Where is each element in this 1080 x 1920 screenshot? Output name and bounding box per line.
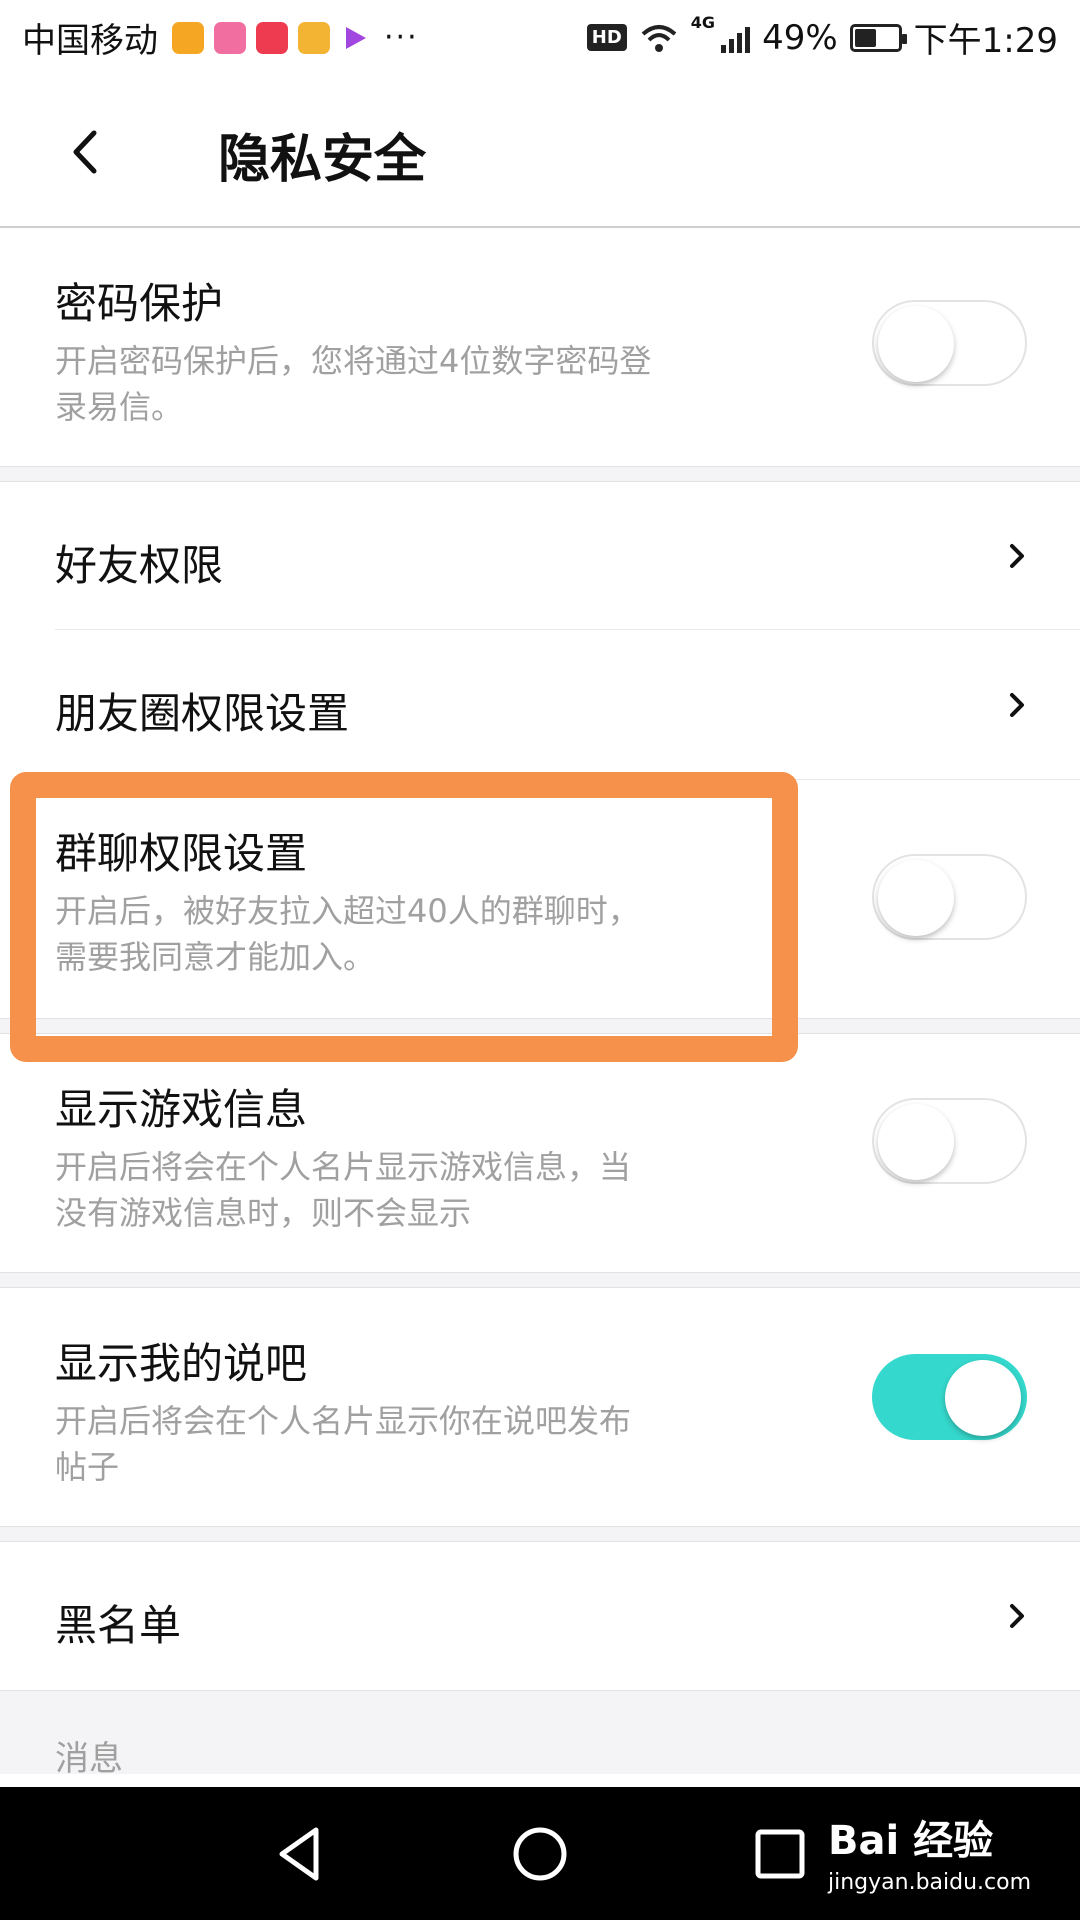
setting-title: 显示游戏信息 [55, 1085, 308, 1134]
setting-moments-permission[interactable]: 朋友圈权限设置 [0, 630, 1080, 780]
group-chat-permission-toggle[interactable] [872, 854, 1027, 940]
status-right: HD 4G 49% 下午1:29 [586, 13, 1058, 62]
toggle-knob [878, 306, 954, 382]
setting-title: 黑名单 [55, 1601, 182, 1650]
network-type-label: 4G [690, 13, 716, 32]
setting-group-chat-permission: 群聊权限设置 开启后，被好友拉入超过40人的群聊时， 需要我同意才能加入。 [0, 780, 1080, 1018]
section-header-messages: 消息 [0, 1690, 1080, 1779]
page-title: 隐私安全 [218, 130, 427, 190]
baidu-watermark: Bai 经验 jingyan.baidu.com [828, 1808, 1031, 1895]
nav-home-icon[interactable] [508, 1822, 572, 1886]
video-play-icon [346, 26, 366, 49]
chevron-right-icon [1010, 1604, 1024, 1628]
setting-show-game-info: 显示游戏信息 开启后将会在个人名片显示游戏信息，当 没有游戏信息时，则不会显示 [0, 1034, 1080, 1272]
battery-percent: 49% [762, 17, 838, 58]
show-my-posts-toggle[interactable] [872, 1354, 1027, 1440]
more-notifications-icon: ··· [384, 20, 419, 55]
status-bar: 中国移动 ··· HD 4G 49% 下午1:29 [0, 0, 1080, 75]
setting-title: 群聊权限设置 [55, 829, 308, 878]
password-protect-toggle[interactable] [872, 300, 1027, 386]
section-gap [0, 466, 1080, 482]
setting-title: 显示我的说吧 [55, 1339, 308, 1388]
nav-recents-icon[interactable] [748, 1822, 812, 1886]
weibo-icon [172, 21, 204, 54]
setting-desc-line2: 录易信。 [55, 388, 184, 426]
app-icon-pink [214, 21, 246, 54]
setting-desc-line1: 开启后将会在个人名片显示你在说吧发布 [55, 1402, 632, 1440]
setting-blacklist[interactable]: 黑名单 [0, 1542, 1080, 1690]
section-label: 消息 [55, 1739, 123, 1779]
nav-back-icon[interactable] [268, 1822, 332, 1886]
setting-desc-line2: 需要我同意才能加入。 [55, 938, 376, 976]
watermark-logo: Bai 经验 [828, 1818, 994, 1864]
watermark-url: jingyan.baidu.com [828, 1870, 1032, 1895]
setting-desc-line2: 没有游戏信息时，则不会显示 [55, 1194, 472, 1232]
section-gap [0, 1526, 1080, 1542]
setting-friend-permission[interactable]: 好友权限 [0, 482, 1080, 630]
setting-title: 好友权限 [55, 541, 224, 590]
clock: 下午1:29 [913, 21, 1058, 61]
setting-desc-line1: 开启后将会在个人名片显示游戏信息，当 [55, 1148, 632, 1186]
wifi-icon [641, 24, 677, 52]
setting-title: 朋友圈权限设置 [55, 689, 350, 738]
setting-desc-line1: 开启密码保护后，您将通过4位数字密码登 [55, 342, 652, 380]
section-gap [0, 1272, 1080, 1288]
back-chevron-icon[interactable] [62, 127, 112, 177]
app-icon-yellow [298, 21, 330, 54]
setting-show-my-posts: 显示我的说吧 开启后将会在个人名片显示你在说吧发布 帖子 [0, 1288, 1080, 1526]
toggle-knob [945, 1360, 1021, 1436]
app-header: 隐私安全 [0, 75, 1080, 228]
section-gap [0, 1018, 1080, 1034]
app-icon-red [256, 21, 288, 54]
toggle-knob [878, 1104, 954, 1180]
setting-desc-line1: 开启后，被好友拉入超过40人的群聊时， [55, 892, 640, 930]
chevron-right-icon [1010, 544, 1024, 568]
hd-badge: HD [586, 24, 627, 51]
settings-list: 密码保护 开启密码保护后，您将通过4位数字密码登 录易信。 好友权限 朋友圈权限… [0, 230, 1080, 1779]
carrier-label: 中国移动 [22, 21, 158, 61]
toggle-knob [878, 860, 954, 936]
signal-icon [721, 23, 751, 53]
battery-icon [849, 23, 907, 52]
notification-icons [172, 21, 370, 54]
chevron-right-icon [1010, 693, 1024, 717]
setting-title: 密码保护 [55, 279, 224, 328]
show-game-info-toggle[interactable] [872, 1098, 1027, 1184]
setting-desc-line2: 帖子 [55, 1448, 120, 1486]
setting-password-protect: 密码保护 开启密码保护后，您将通过4位数字密码登 录易信。 [0, 230, 1080, 466]
